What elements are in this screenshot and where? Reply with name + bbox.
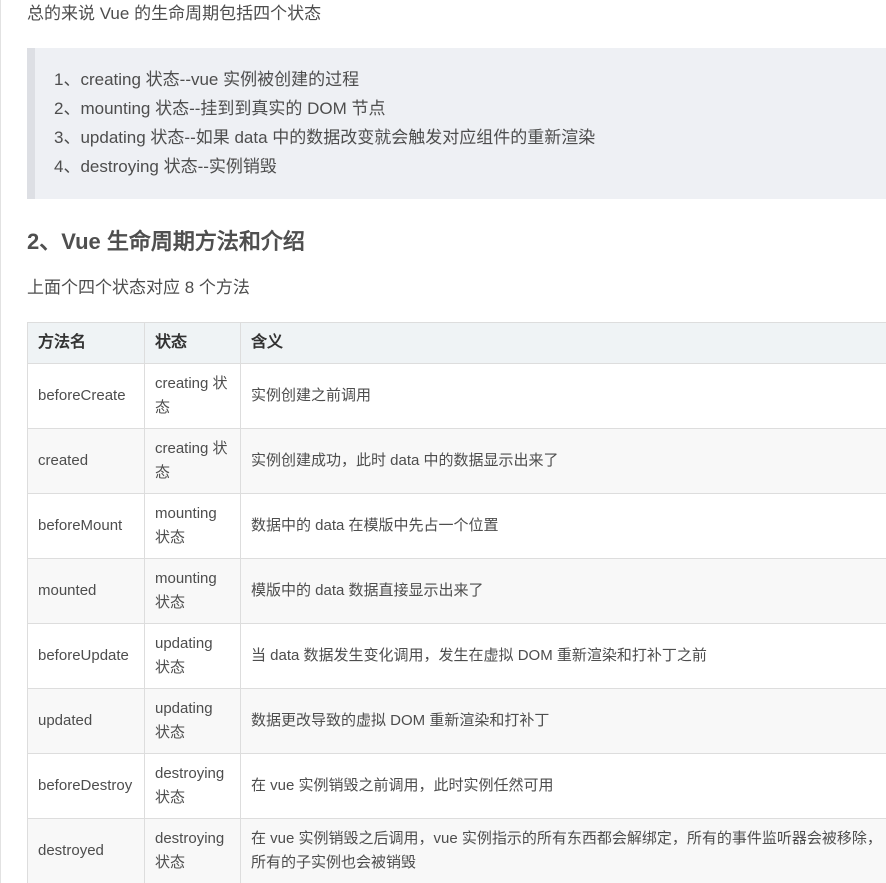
section-heading: 2、Vue 生命周期方法和介绍: [27, 229, 305, 254]
table-row: beforeDestroy destroying 状态 在 vue 实例销毁之前…: [27, 753, 886, 819]
header-state: 状态: [144, 322, 241, 364]
table-row: beforeCreate creating 状态 实例创建之前调用: [27, 363, 886, 429]
meaning-cell: 模版中的 data 数据直接显示出来了: [240, 558, 886, 624]
quote-line-mounting: 2、mounting 状态--挂到到真实的 DOM 节点: [54, 99, 386, 118]
table-row: created creating 状态 实例创建成功，此时 data 中的数据显…: [27, 428, 886, 494]
table-row: destroyed destroying 状态 在 vue 实例销毁之后调用，v…: [27, 818, 886, 883]
meaning-cell: 数据更改导致的虚拟 DOM 重新渲染和打补丁: [240, 688, 886, 754]
meaning-cell: 实例创建之前调用: [240, 363, 886, 429]
method-name-cell: beforeDestroy: [27, 753, 145, 819]
state-cell: mounting 状态: [144, 493, 241, 559]
method-name-cell: beforeMount: [27, 493, 145, 559]
meaning-cell: 在 vue 实例销毁之后调用，vue 实例指示的所有东西都会解绑定，所有的事件监…: [240, 818, 886, 883]
table-row: beforeUpdate updating 状态 当 data 数据发生变化调用…: [27, 623, 886, 689]
state-cell: mounting 状态: [144, 558, 241, 624]
meaning-cell: 在 vue 实例销毁之前调用，此时实例任然可用: [240, 753, 886, 819]
header-meaning: 含义: [240, 322, 886, 364]
quote-line-creating: 1、creating 状态--vue 实例被创建的过程: [54, 70, 360, 89]
state-cell: creating 状态: [144, 428, 241, 494]
methods-intro-paragraph: 上面个四个状态对应 8 个方法: [27, 278, 250, 297]
meaning-cell: 实例创建成功，此时 data 中的数据显示出来了: [240, 428, 886, 494]
method-name-cell: destroyed: [27, 818, 145, 883]
state-cell: updating 状态: [144, 623, 241, 689]
method-name-cell: beforeCreate: [27, 363, 145, 429]
state-cell: destroying 状态: [144, 818, 241, 883]
meaning-cell: 数据中的 data 在模版中先占一个位置: [240, 493, 886, 559]
lifecycle-methods-table: 方法名 状态 含义 beforeCreate creating 状态 实例创建之…: [27, 322, 886, 883]
state-cell: updating 状态: [144, 688, 241, 754]
table-row: updated updating 状态 数据更改导致的虚拟 DOM 重新渲染和打…: [27, 688, 886, 754]
method-name-cell: mounted: [27, 558, 145, 624]
table-row: mounted mounting 状态 模版中的 data 数据直接显示出来了: [27, 558, 886, 624]
quote-line-updating: 3、updating 状态--如果 data 中的数据改变就会触发对应组件的重新…: [54, 128, 596, 147]
state-cell: destroying 状态: [144, 753, 241, 819]
meaning-cell: 当 data 数据发生变化调用，发生在虚拟 DOM 重新渲染和打补丁之前: [240, 623, 886, 689]
state-cell: creating 状态: [144, 363, 241, 429]
method-name-cell: created: [27, 428, 145, 494]
method-name-cell: beforeUpdate: [27, 623, 145, 689]
quote-line-destroying: 4、destroying 状态--实例销毁: [54, 157, 277, 176]
method-name-cell: updated: [27, 688, 145, 754]
lifecycle-states-blockquote: 1、creating 状态--vue 实例被创建的过程 2、mounting 状…: [27, 48, 886, 199]
intro-paragraph: 总的来说 Vue 的生命周期包括四个状态: [27, 4, 322, 23]
left-border-line: [0, 0, 1, 883]
table-row: beforeMount mounting 状态 数据中的 data 在模版中先占…: [27, 493, 886, 559]
table-header-row: 方法名 状态 含义: [27, 322, 886, 364]
header-method-name: 方法名: [27, 322, 145, 364]
